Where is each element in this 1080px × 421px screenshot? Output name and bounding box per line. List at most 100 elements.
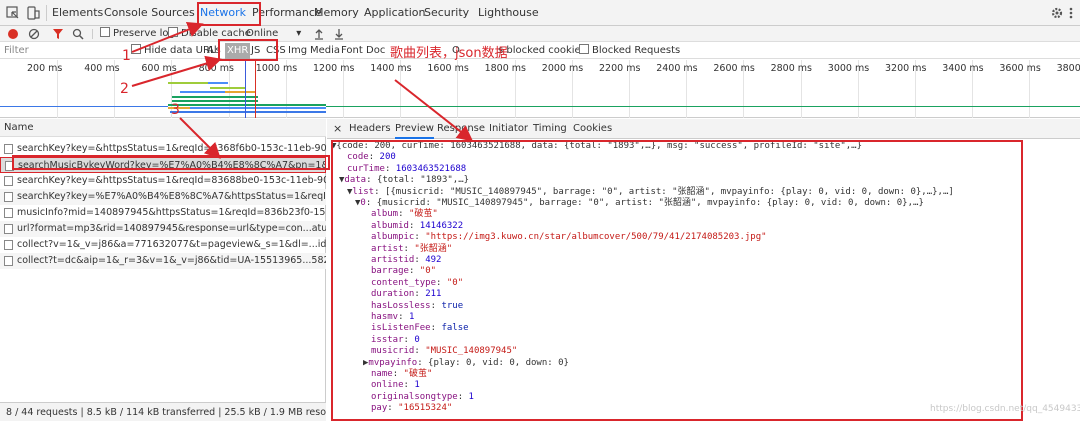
tab-headers[interactable]: Headers xyxy=(349,119,391,139)
filter-icon[interactable] xyxy=(52,28,64,43)
tab-security[interactable]: Security xyxy=(424,0,469,26)
tab-memory[interactable]: Memory xyxy=(314,0,359,26)
file-icon xyxy=(4,208,13,218)
tab-lighthouse[interactable]: Lighthouse xyxy=(478,0,539,26)
record-icon[interactable] xyxy=(8,29,18,39)
request-name: url?format=mp3&rid=140897945&response=ur… xyxy=(17,223,326,234)
timeline-tick-label: 2200 ms xyxy=(599,63,641,74)
annotation-box-request xyxy=(12,155,330,170)
filter-type-media[interactable]: Media xyxy=(310,43,340,59)
request-row[interactable]: collect?v=1&_v=j86&a=771632077&t=pagevie… xyxy=(0,237,326,253)
file-icon xyxy=(4,176,13,186)
timeline-tick-label: 1400 ms xyxy=(370,63,412,74)
tab-timing[interactable]: Timing xyxy=(533,119,567,139)
more-options-icon[interactable] xyxy=(1068,6,1080,20)
request-name: musicInfo?mid=140897945&httpsStatus=1&re… xyxy=(17,207,326,218)
load-event-marker xyxy=(255,60,256,118)
tab-initiator[interactable]: Initiator xyxy=(489,119,528,139)
request-row[interactable]: searchKey?key=%E7%A0%B4%E8%8C%A7&httpsSt… xyxy=(0,189,326,205)
dom-event-marker xyxy=(245,60,246,118)
status-summary: 8 / 44 requests | 8.5 kB / 114 kB transf… xyxy=(6,407,326,418)
blocked-requests-checkbox[interactable]: Blocked Requests xyxy=(579,43,680,59)
watermark: https://blog.csdn.net/qq_45494335 xyxy=(930,404,1080,414)
timeline-tick-label: 3200 ms xyxy=(885,63,927,74)
device-toolbar-icon[interactable] xyxy=(26,6,40,20)
request-name: searchKey?key=%E7%A0%B4%E8%8C%A7&httpsSt… xyxy=(17,191,326,202)
timeline-bar xyxy=(168,104,326,106)
request-name: searchKey?key=&httpsStatus=1&reqId=8368f… xyxy=(17,143,326,154)
tab-console[interactable]: Console xyxy=(104,0,148,26)
timeline-tick-label: 1600 ms xyxy=(427,63,469,74)
filter-type-all[interactable]: Al xyxy=(207,43,217,59)
export-har-icon[interactable] xyxy=(334,28,344,43)
filter-type-font[interactable]: Font xyxy=(341,43,363,59)
divider xyxy=(92,29,93,39)
request-row[interactable]: collect?t=dc&aip=1&_r=3&v=1&_v=j86&tid=U… xyxy=(0,253,326,269)
annotation-number-2: 2 xyxy=(120,81,129,97)
timeline-tick-label: 1200 ms xyxy=(313,63,355,74)
timeline-tick-label: 2600 ms xyxy=(713,63,755,74)
search-icon[interactable] xyxy=(72,28,84,43)
network-timeline[interactable]: 200 ms 400 ms 600 ms 800 ms 1000 ms 1200 ms 14… xyxy=(0,60,1080,118)
blocked-cookies-label[interactable]: s blocked cookies xyxy=(498,43,586,59)
annotation-number-1: 1 xyxy=(122,48,131,64)
timeline-bar xyxy=(225,91,255,93)
disable-cache-label: Disable cache xyxy=(181,28,251,39)
timeline-tick-label: 400 ms xyxy=(84,63,120,74)
request-name: collect?v=1&_v=j86&a=771632077&t=pagevie… xyxy=(17,239,326,250)
timeline-tick-label: 3000 ms xyxy=(827,63,870,74)
request-name: searchKey?key=&httpsStatus=1&reqId=83688… xyxy=(17,175,326,186)
detail-tab-bar: × Headers Preview Response Initiator Tim… xyxy=(327,119,1080,139)
network-status-bar: 8 / 44 requests | 8.5 kB / 114 kB transf… xyxy=(0,402,326,421)
load-line xyxy=(326,106,1080,107)
filter-input[interactable]: Filter xyxy=(4,43,29,59)
timeline-bar xyxy=(190,107,326,109)
filter-bar: Filter Hide data URLs Al XHR JS CSS Img … xyxy=(0,43,1080,59)
blocked-requests-label: Blocked Requests xyxy=(592,45,681,56)
chevron-down-icon: ▾ xyxy=(296,28,302,39)
timeline-tick-label: 3400 ms xyxy=(942,63,984,74)
file-icon xyxy=(4,224,13,234)
annotation-number-3: 3 xyxy=(171,102,180,118)
divider xyxy=(46,5,47,21)
preserve-log-checkbox[interactable]: Preserve log xyxy=(100,26,175,42)
timeline-tick-label: 1000 ms xyxy=(255,63,298,74)
timeline-bar xyxy=(180,91,225,93)
name-column-header[interactable]: Name xyxy=(0,119,326,137)
clear-icon[interactable] xyxy=(28,28,40,43)
file-icon xyxy=(4,144,13,154)
import-har-icon[interactable] xyxy=(314,28,324,43)
tab-elements[interactable]: Elements xyxy=(52,0,103,26)
file-icon xyxy=(4,240,13,250)
filter-type-img[interactable]: Img xyxy=(288,43,307,59)
file-icon xyxy=(4,192,13,202)
timeline-tick-label: 1800 ms xyxy=(484,63,526,74)
throttle-value: Online xyxy=(246,28,279,39)
gear-icon[interactable] xyxy=(1050,6,1064,20)
filter-type-doc[interactable]: Doc xyxy=(366,43,385,59)
annotation-label: 歌曲列表，json数据 xyxy=(390,46,508,61)
tab-response[interactable]: Response xyxy=(437,119,485,139)
devtools-tab-bar: Elements Console Sources Network Perform… xyxy=(0,0,1080,26)
timeline-tick-label: 3600 ms xyxy=(999,63,1041,74)
timeline-bar xyxy=(168,82,208,84)
timeline-tick-label: 200 ms xyxy=(27,63,63,74)
request-row[interactable]: musicInfo?mid=140897945&httpsStatus=1&re… xyxy=(0,205,326,221)
annotation-box-network xyxy=(197,2,261,26)
network-toolbar: Preserve log Disable cache Online ▾ xyxy=(0,26,1080,42)
timeline-tick-label: 2000 ms xyxy=(541,63,584,74)
annotation-box-xhr xyxy=(218,39,278,61)
inspect-element-icon[interactable] xyxy=(6,6,20,20)
close-icon[interactable]: × xyxy=(333,119,342,139)
timeline-bar xyxy=(208,82,228,84)
tab-application[interactable]: Application xyxy=(364,0,425,26)
timeline-tick-label: 2800 ms xyxy=(770,63,812,74)
request-row[interactable]: url?format=mp3&rid=140897945&response=ur… xyxy=(0,221,326,237)
tab-preview[interactable]: Preview xyxy=(395,119,434,139)
timeline-tick-label: 800 ms xyxy=(198,63,234,74)
request-row[interactable]: searchKey?key=&httpsStatus=1&reqId=83688… xyxy=(0,173,326,189)
tab-cookies[interactable]: Cookies xyxy=(573,119,612,139)
timeline-tick-label: 3800 ms xyxy=(1056,63,1080,74)
timeline-tick-label: 2400 ms xyxy=(656,63,698,74)
tab-sources[interactable]: Sources xyxy=(151,0,195,26)
